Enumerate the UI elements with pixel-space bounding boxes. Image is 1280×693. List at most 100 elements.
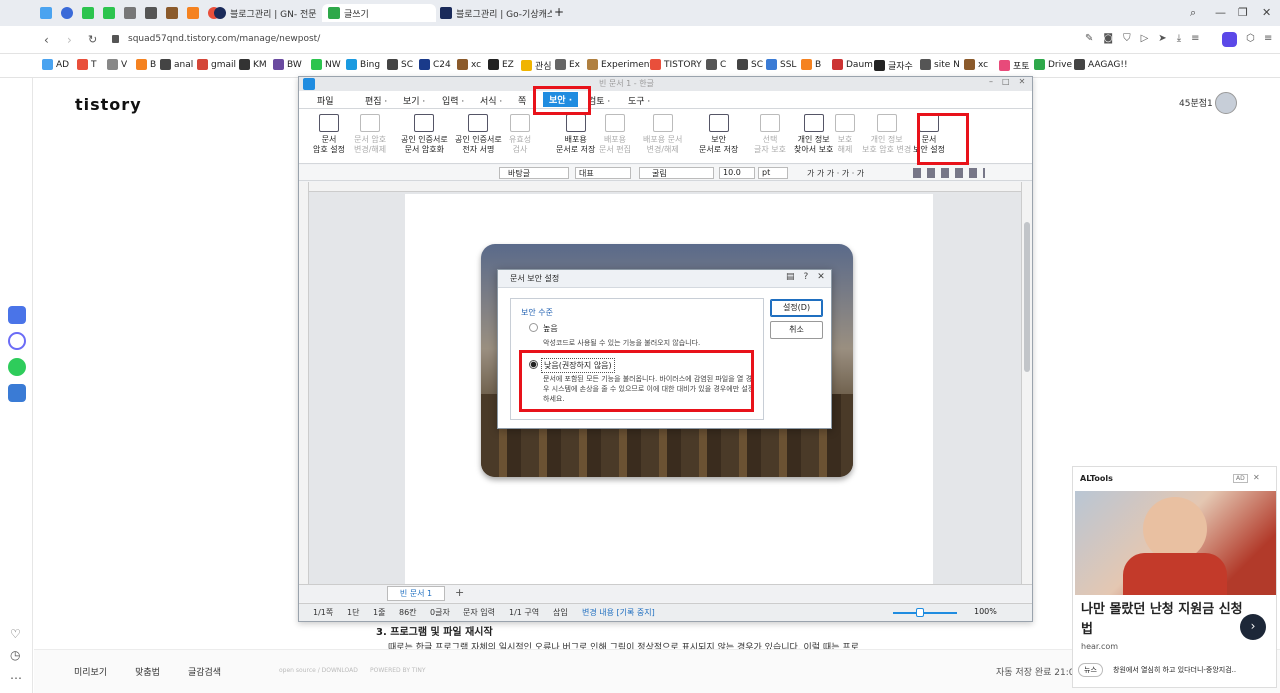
ribbon-button-11[interactable]: 보호 해제 [835, 114, 855, 155]
ribbon-button-10[interactable]: 개인 정보 찾아서 보호 [794, 114, 833, 155]
menu-5[interactable]: 쪽 [518, 94, 526, 107]
camera-icon[interactable]: ◙ [1103, 33, 1113, 44]
zoom-slider-handle[interactable] [916, 608, 924, 617]
unit-select[interactable]: pt [758, 167, 788, 179]
close-icon[interactable]: ✕ [1262, 6, 1271, 19]
pinned-tab-icon[interactable] [145, 7, 157, 19]
tistory-logo[interactable]: tistory [75, 95, 142, 114]
doc-tab[interactable]: 빈 문서 1 [387, 586, 445, 601]
bookmark-item[interactable]: 포토 [999, 59, 1030, 72]
restore-icon[interactable]: ❐ [1238, 6, 1248, 19]
bookmark-item[interactable]: xc [457, 59, 481, 70]
font-select[interactable]: 굴림 [639, 167, 714, 179]
bookmark-item[interactable]: 관심 [521, 59, 552, 72]
menu-7[interactable]: 검토 · [588, 94, 610, 107]
blog-avatar[interactable] [1215, 92, 1237, 114]
bookmark-item[interactable]: SC [737, 59, 763, 70]
history-icon[interactable]: ◷ [10, 648, 20, 662]
ad-brand[interactable]: ALTools [1080, 474, 1113, 483]
bookmark-item[interactable]: gmail [197, 59, 236, 70]
menu-4[interactable]: 서식 · [480, 94, 502, 107]
minimize-icon[interactable]: – [989, 77, 993, 86]
material-search-button[interactable]: 글감검색 [188, 665, 221, 678]
bookmark-item[interactable]: T [77, 59, 97, 70]
powered-by-tiny-link[interactable]: POWERED BY TINY [370, 667, 426, 674]
tab-blog-manage-2[interactable]: 블로그관리 | Go-기상캐스 [434, 4, 552, 22]
ad-close-icon[interactable]: ✕ [1253, 473, 1260, 482]
reload-icon[interactable]: ↻ [88, 33, 97, 46]
whatsapp-icon[interactable] [8, 358, 26, 376]
zoom-slider[interactable] [893, 612, 957, 614]
bookmark-item[interactable]: EZ [488, 59, 514, 70]
bookmark-item[interactable]: Drive [1034, 59, 1072, 70]
music-icon[interactable] [8, 384, 26, 402]
ribbon-button-7[interactable]: 배포용 문서 변경/해제 [643, 114, 682, 155]
play-icon[interactable]: ▷ [1141, 33, 1149, 44]
tab-blog-manage-1[interactable]: 블로그관리 | GN- 전문 [208, 4, 326, 22]
ribbon-button-0[interactable]: 문서 암호 설정 [313, 114, 345, 155]
ad-arrow-icon[interactable]: › [1240, 614, 1266, 640]
close-icon[interactable]: ✕ [1019, 77, 1026, 86]
ribbon-button-12[interactable]: 개인 정보 보호 암호 변경 [862, 114, 911, 155]
add-doc-icon[interactable]: + [455, 586, 464, 599]
menu-1[interactable]: 편집 · [365, 94, 387, 107]
app-store-icon[interactable] [8, 306, 26, 324]
maximize-icon[interactable]: □ [1002, 77, 1010, 86]
bookmark-item[interactable]: B [136, 59, 156, 70]
zoom-level[interactable]: 100% [974, 607, 997, 616]
heart-icon[interactable]: ♡ [10, 627, 21, 641]
tab-write[interactable]: 글쓰기 [322, 4, 436, 22]
menu-icon[interactable]: ≡ [1191, 33, 1199, 44]
bookmark-item[interactable]: AD [42, 59, 69, 70]
download-icon[interactable]: ⤓ [1177, 33, 1181, 44]
ribbon-button-4[interactable]: 유효성 검사 [509, 114, 531, 155]
pinned-tab-icon[interactable] [40, 7, 52, 19]
pinned-tab-icon[interactable] [103, 7, 115, 19]
bookmark-item[interactable]: SC [387, 59, 413, 70]
bookmark-item[interactable]: site N [920, 59, 960, 70]
url-input[interactable]: squad57qnd.tistory.com/manage/newpost/ [128, 34, 320, 44]
help-icon[interactable]: ? [804, 272, 809, 282]
bookmark-item[interactable]: anal [160, 59, 193, 70]
menu-8[interactable]: 도구 · [628, 94, 650, 107]
new-tab-button[interactable]: + [554, 5, 564, 19]
ribbon-button-2[interactable]: 공인 인증서로 문서 암호화 [401, 114, 448, 155]
ad-domain[interactable]: hear.com [1081, 642, 1118, 651]
option-high-label[interactable]: 높음 [543, 323, 558, 334]
extension-icon[interactable]: ⬡ [1246, 33, 1255, 44]
post-heading[interactable]: 3. 프로그램 및 파일 재시작 [376, 623, 493, 638]
ad-image[interactable] [1075, 491, 1276, 595]
ribbon-button-8[interactable]: 보안 문서로 저장 [699, 114, 738, 155]
bookmark-item[interactable]: Experiments [587, 59, 658, 70]
pinned-tab-icon[interactable] [166, 7, 178, 19]
bookmark-item[interactable]: V [107, 59, 127, 70]
messenger-icon[interactable] [8, 332, 26, 350]
bold-icon[interactable]: 가 가 가 · 가 · 가 [807, 168, 864, 179]
align-icons[interactable] [913, 168, 985, 178]
ribbon-button-6[interactable]: 배포용 문서 편집 [599, 114, 631, 155]
open-source-link[interactable]: open source / DOWNLOAD [279, 667, 358, 674]
bookmark-item[interactable]: 글자수 [874, 59, 913, 72]
more-icon[interactable]: … [10, 668, 22, 682]
bookmark-item[interactable]: AAGAG!! [1074, 59, 1128, 70]
bookmark-item[interactable]: Ex [555, 59, 580, 70]
bookmark-item[interactable]: xc [964, 59, 988, 70]
ribbon-button-1[interactable]: 문서 암호 변경/해제 [354, 114, 386, 155]
scrollbar-thumb[interactable] [1024, 222, 1030, 372]
style-select[interactable]: 바탕글 [499, 167, 569, 179]
font-size-input[interactable]: 10.0 [719, 167, 755, 179]
bookmark-item[interactable]: NW [311, 59, 341, 70]
bookmark-item[interactable]: SSL [766, 59, 796, 70]
menu-0[interactable]: 파일 [317, 94, 334, 107]
minimize-icon[interactable]: — [1215, 6, 1226, 19]
ok-button[interactable]: 설정(D) [770, 299, 823, 317]
bookmark-item[interactable]: BW [273, 59, 302, 70]
forward-icon[interactable]: › [67, 33, 72, 47]
bookmark-item[interactable]: KM [239, 59, 267, 70]
back-icon[interactable]: ‹ [44, 33, 49, 47]
ribbon-button-3[interactable]: 공인 인증서로 전자 서명 [455, 114, 502, 155]
search-icon[interactable] [61, 7, 73, 19]
bookmark-item[interactable]: B [801, 59, 821, 70]
spellcheck-button[interactable]: 맞춤법 [135, 665, 160, 678]
pinned-tab-icon[interactable] [124, 7, 136, 19]
